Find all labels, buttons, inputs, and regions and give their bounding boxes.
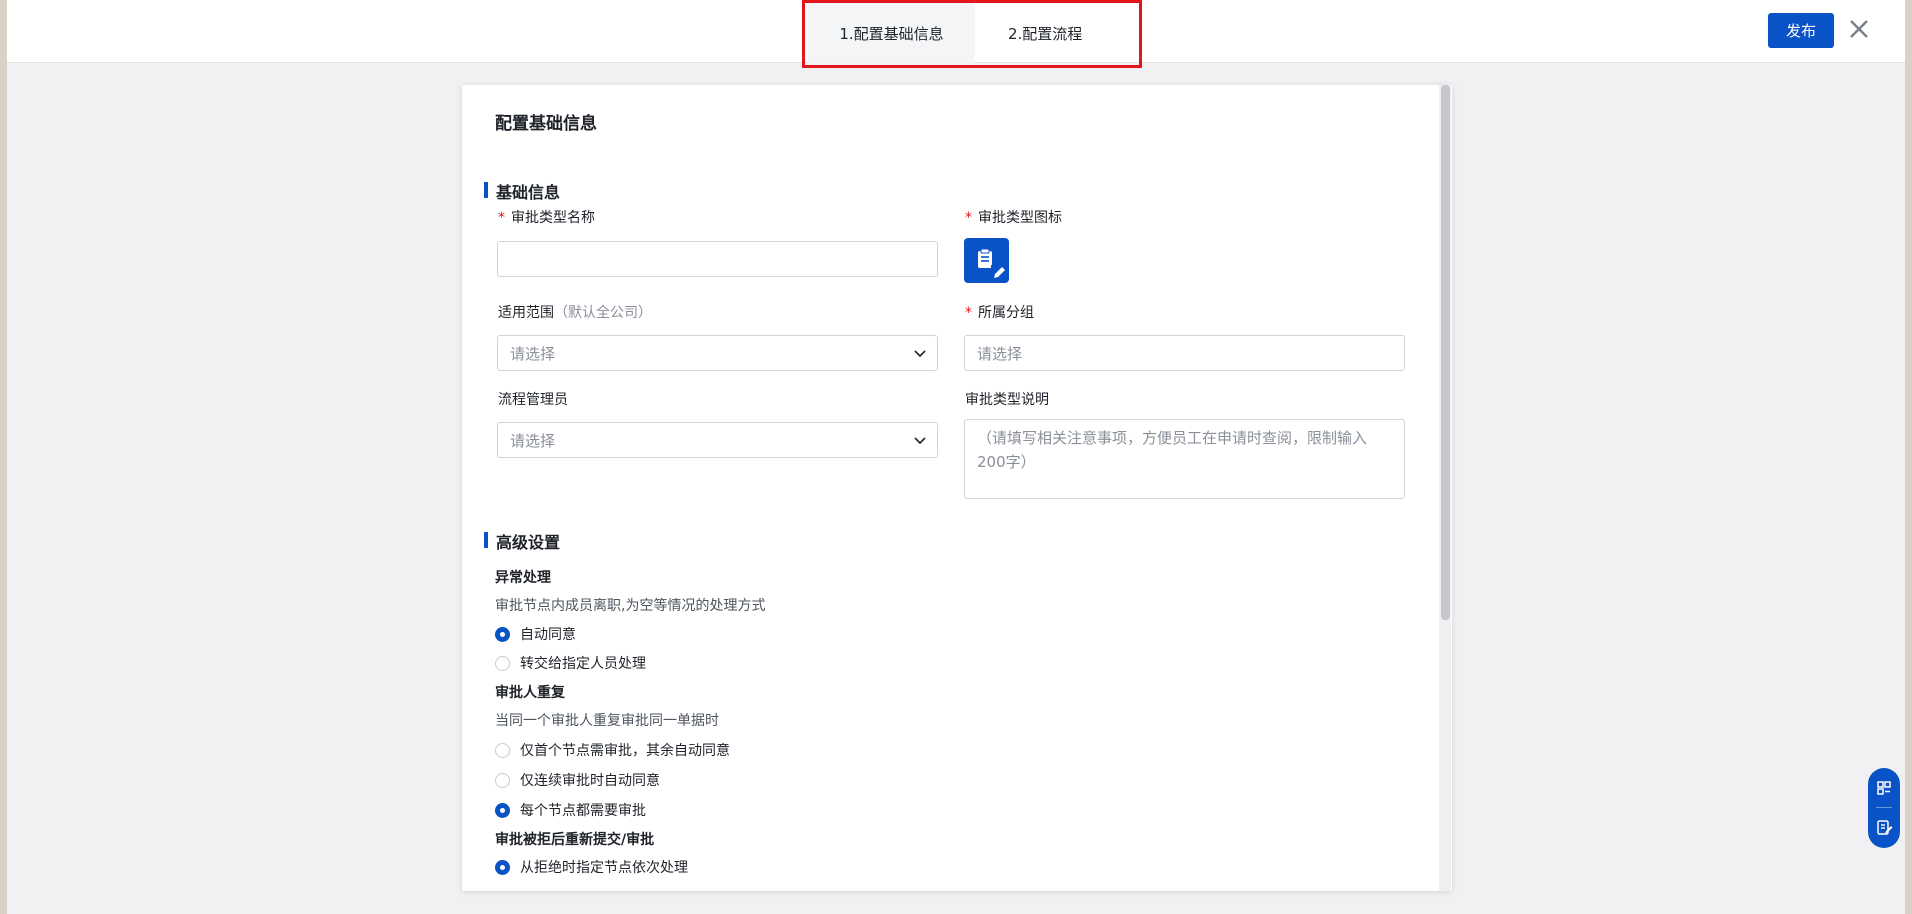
admin-label-text: 流程管理员 <box>498 392 568 408</box>
panel-scrollbar-thumb[interactable] <box>1441 85 1450 620</box>
radio-exception-auto-approve[interactable]: 自动同意 <box>495 624 576 644</box>
chevron-down-icon <box>914 350 926 358</box>
scope-label-text: 适用范围 <box>498 305 554 321</box>
radio-repeat-every-node[interactable]: 每个节点都需要审批 <box>495 800 646 820</box>
repeat-title: 审批人重复 <box>495 685 565 701</box>
scope-placeholder: 请选择 <box>510 344 556 363</box>
section-advanced: 高级设置 <box>484 529 560 553</box>
top-header: 1.配置基础信息 2.配置流程 发布 <box>7 0 1905 68</box>
window-frame-right <box>1905 0 1912 914</box>
section-basic-info-title: 基础信息 <box>496 183 561 202</box>
group-input[interactable]: 请选择 <box>964 335 1405 371</box>
radio-button <box>495 772 510 788</box>
flow-icon[interactable] <box>1874 778 1894 798</box>
tab-flow-config-label: 2.配置流程 <box>1008 24 1083 43</box>
radio-repeat-first-only[interactable]: 仅首个节点需审批，其余自动同意 <box>495 740 730 760</box>
name-label-text: 审批类型名称 <box>511 210 595 226</box>
icon-label-text: 审批类型图标 <box>978 210 1062 226</box>
scope-hint: （默认全公司） <box>554 305 652 321</box>
window-frame-left <box>0 0 7 914</box>
section-marker <box>484 532 488 548</box>
radio-label: 自动同意 <box>520 627 576 643</box>
exception-desc: 审批节点内成员离职,为空等情况的处理方式 <box>495 598 766 614</box>
group-label-text: 所属分组 <box>978 305 1034 321</box>
step-tabs: 1.配置基础信息 2.配置流程 <box>802 0 1142 68</box>
radio-button-selected <box>495 859 510 875</box>
desc-label: 审批类型说明 <box>965 389 1049 409</box>
publish-button[interactable]: 发布 <box>1768 13 1834 48</box>
radio-label: 仅首个节点需审批，其余自动同意 <box>520 743 730 759</box>
radio-label: 仅连续审批时自动同意 <box>520 773 660 789</box>
desc-textarea[interactable]: （请填写相关注意事项，方便员工在申请时查阅，限制输入200字） <box>964 419 1405 499</box>
radio-label: 转交给指定人员处理 <box>520 656 646 672</box>
group-label: * 所属分组 <box>965 302 1034 322</box>
radio-exception-transfer[interactable]: 转交给指定人员处理 <box>495 653 646 673</box>
form-edit-icon-glyph <box>978 248 1007 281</box>
repeat-desc: 当同一个审批人重复审批同一单据时 <box>495 713 719 729</box>
radio-button-selected <box>495 802 510 818</box>
close-icon[interactable] <box>1846 16 1872 42</box>
required-mark: * <box>965 305 972 321</box>
form-edit-icon[interactable] <box>964 238 1009 283</box>
desc-label-text: 审批类型说明 <box>965 392 1049 408</box>
scope-select[interactable]: 请选择 <box>497 335 938 371</box>
admin-select[interactable]: 请选择 <box>497 422 938 458</box>
admin-placeholder: 请选择 <box>510 431 556 450</box>
tab-basic-info-label: 1.配置基础信息 <box>839 24 944 43</box>
edit-note-icon[interactable] <box>1874 818 1894 838</box>
radio-rejected-from-node[interactable]: 从拒绝时指定节点依次处理 <box>495 857 688 877</box>
group-placeholder: 请选择 <box>977 344 1023 363</box>
tab-flow-config[interactable]: 2.配置流程 <box>975 3 1112 63</box>
section-advanced-title: 高级设置 <box>496 533 561 552</box>
required-mark: * <box>965 210 972 226</box>
toolbar-divider <box>1876 807 1892 808</box>
section-basic-info: 基础信息 <box>484 179 560 203</box>
floating-toolbar <box>1868 768 1900 848</box>
approval-name-input[interactable] <box>497 241 938 277</box>
scope-label: 适用范围（默认全公司） <box>498 302 652 322</box>
rejected-title: 审批被拒后重新提交/审批 <box>495 832 655 848</box>
radio-button-selected <box>495 626 510 642</box>
tab-basic-info[interactable]: 1.配置基础信息 <box>808 3 975 63</box>
radio-repeat-consecutive[interactable]: 仅连续审批时自动同意 <box>495 770 660 790</box>
radio-button <box>495 742 510 758</box>
config-panel: 配置基础信息 基础信息 * 审批类型名称 * 审批类型图标 适用范围（默认全公司） … <box>462 85 1452 891</box>
chevron-down-icon <box>914 437 926 445</box>
radio-button <box>495 655 510 671</box>
exception-title: 异常处理 <box>495 570 551 586</box>
section-marker <box>484 182 488 198</box>
name-label: * 审批类型名称 <box>498 207 595 227</box>
panel-title: 配置基础信息 <box>495 114 597 134</box>
required-mark: * <box>498 210 505 226</box>
radio-label: 从拒绝时指定节点依次处理 <box>520 860 688 876</box>
admin-label: 流程管理员 <box>498 389 568 409</box>
icon-label: * 审批类型图标 <box>965 207 1062 227</box>
radio-label: 每个节点都需要审批 <box>520 803 646 819</box>
